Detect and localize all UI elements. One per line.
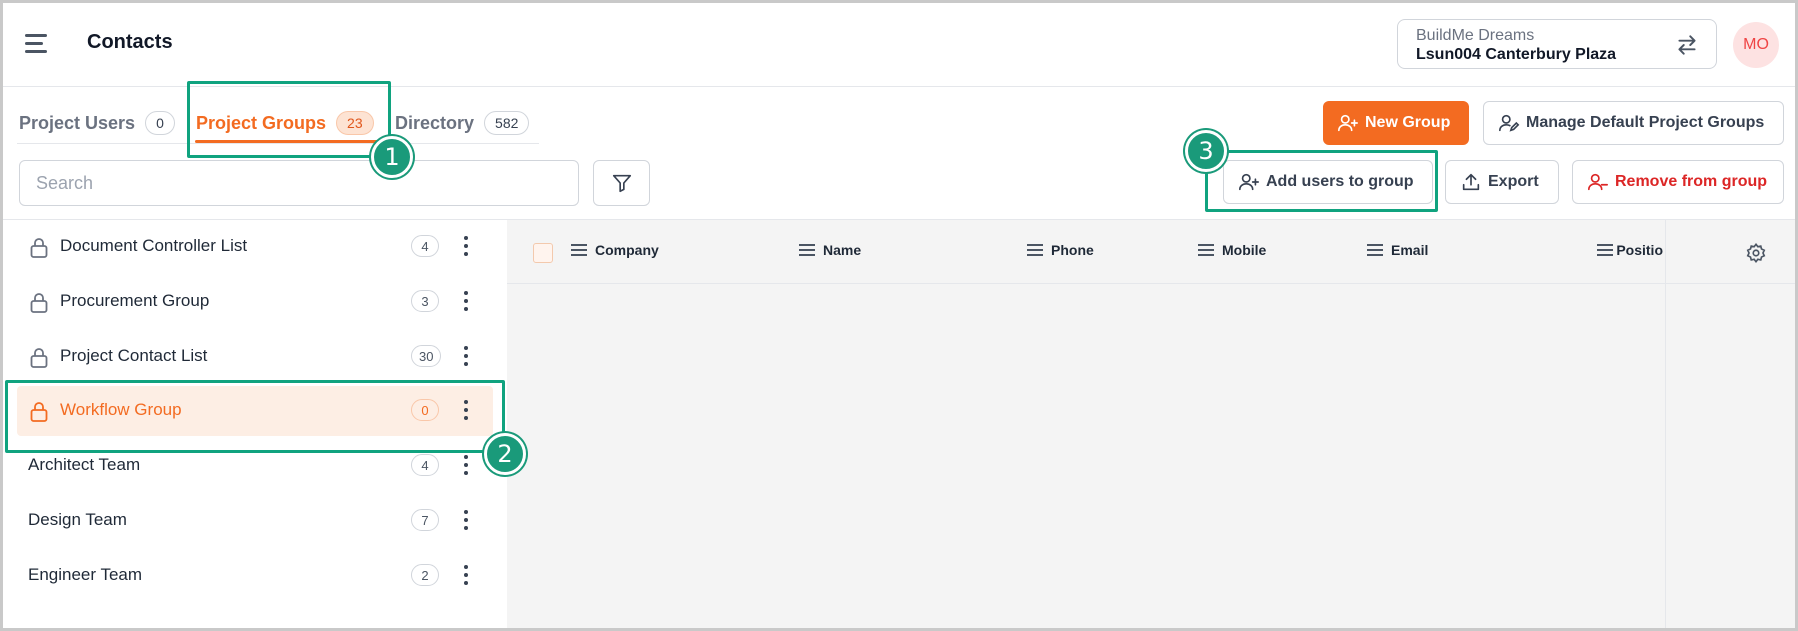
annotation-marker-3: 3 xyxy=(1185,130,1227,172)
tab-count-badge: 582 xyxy=(484,111,530,135)
group-label: Design Team xyxy=(28,510,127,529)
search-input[interactable]: Search xyxy=(19,160,579,206)
upload-icon xyxy=(1462,173,1480,191)
more-options-icon[interactable] xyxy=(461,289,471,313)
remove-user-icon xyxy=(1588,173,1608,191)
member-count-badge: 4 xyxy=(411,235,439,257)
group-label: Project Contact List xyxy=(60,346,208,365)
group-label: Architect Team xyxy=(28,455,141,474)
column-menu-icon xyxy=(1367,244,1383,256)
lock-icon xyxy=(30,238,48,258)
list-item[interactable]: Procurement Group 3 xyxy=(3,275,507,329)
column-divider xyxy=(1665,220,1666,628)
group-label: Procurement Group xyxy=(60,291,210,310)
member-count-badge: 30 xyxy=(411,345,442,367)
manage-default-groups-button[interactable]: Manage Default Project Groups xyxy=(1483,101,1784,145)
column-label: Positio xyxy=(1616,242,1663,258)
more-options-icon[interactable] xyxy=(461,508,471,532)
new-group-button[interactable]: New Group xyxy=(1323,101,1469,145)
member-count-badge: 7 xyxy=(411,509,439,531)
table-header: Company Name Phone Mobile Email Positio xyxy=(507,220,1795,284)
more-options-icon[interactable] xyxy=(461,453,471,477)
column-header-mobile[interactable]: Mobile xyxy=(1198,242,1266,258)
column-menu-icon xyxy=(799,244,815,256)
members-table: Company Name Phone Mobile Email Positio xyxy=(507,219,1795,628)
new-group-label: New Group xyxy=(1365,114,1451,131)
column-label: Phone xyxy=(1051,242,1094,258)
filter-button[interactable] xyxy=(593,160,650,206)
org-name: BuildMe Dreams xyxy=(1416,27,1535,44)
remove-from-group-button[interactable]: Remove from group xyxy=(1572,160,1784,204)
manage-default-label: Manage Default Project Groups xyxy=(1526,114,1765,131)
avatar[interactable]: MO xyxy=(1733,22,1779,68)
more-options-icon[interactable] xyxy=(461,563,471,587)
lock-icon xyxy=(30,293,48,313)
page-title: Contacts xyxy=(87,31,173,53)
column-menu-icon xyxy=(1597,244,1613,256)
swap-icon xyxy=(1678,35,1696,55)
list-item[interactable]: Design Team 7 xyxy=(3,494,507,548)
menu-icon[interactable] xyxy=(25,34,49,54)
more-options-icon[interactable] xyxy=(461,234,471,258)
list-item[interactable]: Project Contact List 30 xyxy=(3,330,507,384)
column-header-email[interactable]: Email xyxy=(1367,242,1428,258)
column-label: Name xyxy=(823,242,862,258)
lock-icon xyxy=(30,348,48,368)
list-item[interactable]: Document Controller List 4 xyxy=(3,220,507,274)
list-item[interactable]: Engineer Team 2 xyxy=(3,549,507,603)
annotation-marker-2: 2 xyxy=(484,433,526,475)
annotation-highlight-3 xyxy=(1205,150,1438,212)
column-label: Company xyxy=(595,242,659,258)
tab-directory[interactable]: Directory 582 xyxy=(395,109,530,137)
tab-count-badge: 0 xyxy=(145,111,175,135)
member-count-badge: 2 xyxy=(411,564,439,586)
filter-icon xyxy=(612,174,631,193)
column-header-company[interactable]: Company xyxy=(571,242,659,258)
tab-label: Directory xyxy=(395,112,475,133)
gear-icon[interactable] xyxy=(1745,242,1767,264)
project-selector[interactable]: BuildMe Dreams Lsun004 Canterbury Plaza xyxy=(1397,19,1717,69)
column-header-position[interactable]: Positio xyxy=(1597,242,1663,258)
annotation-marker-1: 1 xyxy=(371,136,413,178)
more-options-icon[interactable] xyxy=(461,344,471,368)
add-group-icon xyxy=(1338,114,1358,132)
member-count-badge: 3 xyxy=(411,290,439,312)
select-all-checkbox[interactable] xyxy=(533,243,553,263)
project-name: Lsun004 Canterbury Plaza xyxy=(1416,46,1617,63)
top-bar: Contacts BuildMe Dreams Lsun004 Canterbu… xyxy=(3,3,1795,87)
column-menu-icon xyxy=(571,244,587,256)
edit-user-icon xyxy=(1499,114,1520,132)
column-label: Email xyxy=(1391,242,1429,258)
annotation-highlight-1 xyxy=(187,81,391,158)
export-button[interactable]: Export xyxy=(1445,160,1559,204)
app-window: Contacts BuildMe Dreams Lsun004 Canterbu… xyxy=(0,0,1798,631)
member-count-badge: 4 xyxy=(411,454,439,476)
group-label: Document Controller List xyxy=(60,236,248,255)
column-menu-icon xyxy=(1027,244,1043,256)
tab-label: Project Users xyxy=(19,112,136,133)
export-label: Export xyxy=(1488,173,1539,190)
column-label: Mobile xyxy=(1222,242,1267,258)
column-header-phone[interactable]: Phone xyxy=(1027,242,1094,258)
group-label: Engineer Team xyxy=(28,565,143,584)
annotation-highlight-2 xyxy=(5,380,505,453)
remove-label: Remove from group xyxy=(1615,173,1768,190)
column-header-name[interactable]: Name xyxy=(799,242,861,258)
column-menu-icon xyxy=(1198,244,1214,256)
tab-project-users[interactable]: Project Users 0 xyxy=(19,109,175,137)
